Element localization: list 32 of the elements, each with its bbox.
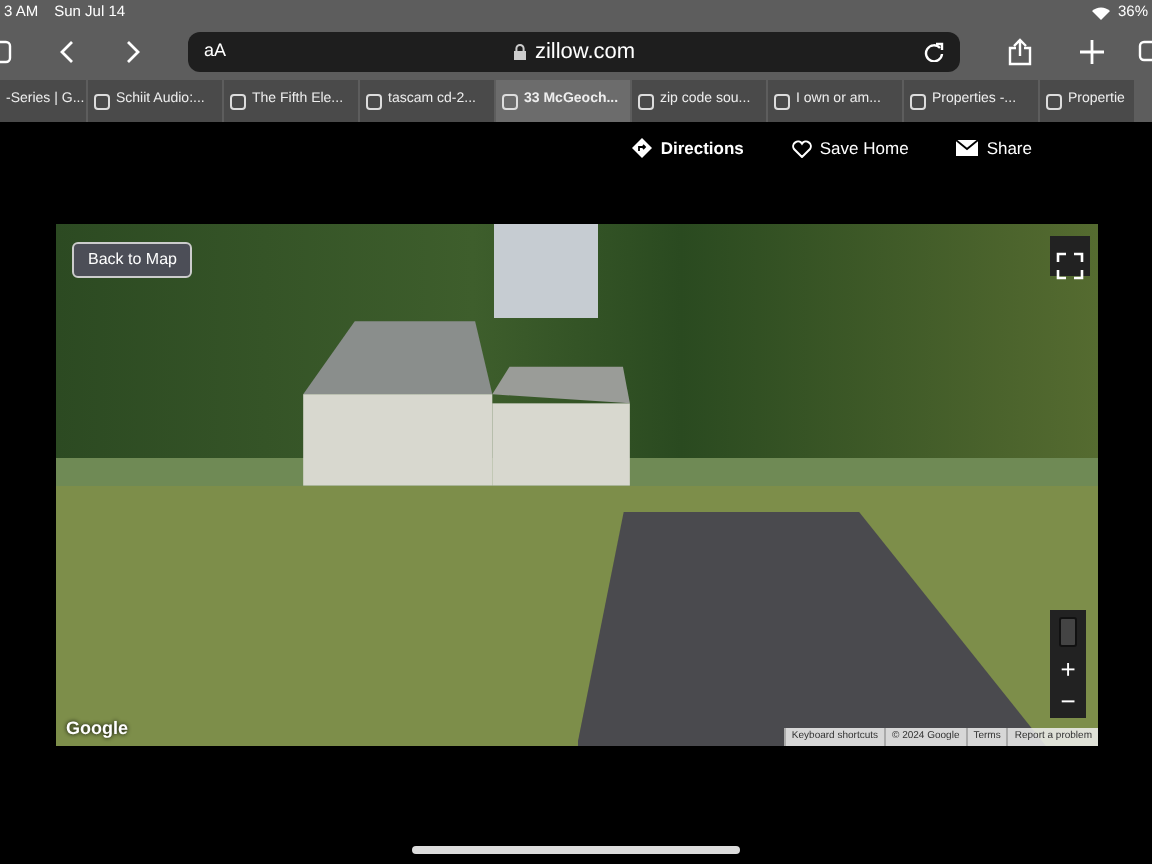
favicon-icon	[774, 93, 790, 109]
save-home-button[interactable]: Save Home	[791, 135, 909, 161]
heart-icon	[791, 139, 812, 157]
google-logo: Google	[66, 715, 128, 742]
url-text: zillow.com	[534, 37, 636, 68]
tabs-icon[interactable]	[1138, 39, 1152, 65]
favicon-icon	[910, 93, 926, 109]
favicon-icon	[638, 93, 654, 109]
wifi-icon	[1091, 5, 1110, 19]
reload-icon[interactable]	[924, 42, 944, 62]
fullscreen-button[interactable]	[1050, 236, 1090, 276]
back-icon[interactable]	[60, 40, 76, 64]
favicon-icon	[230, 93, 246, 109]
share-icon[interactable]	[1008, 38, 1032, 66]
zoom-out-button[interactable]: −	[1050, 686, 1086, 718]
street-scene-drawing[interactable]	[56, 224, 1098, 746]
back-to-map-button[interactable]: Back to Map	[72, 242, 193, 278]
directions-icon	[632, 138, 653, 158]
favicon-icon	[502, 93, 518, 109]
zoom-in-button[interactable]: +	[1050, 654, 1086, 686]
favicon-icon	[1046, 93, 1062, 109]
favicon-icon	[94, 93, 110, 109]
directions-button[interactable]: Directions	[632, 135, 744, 161]
lock-icon	[514, 44, 527, 60]
address-bar[interactable]: aA zillow.com	[188, 32, 960, 72]
forward-icon[interactable]	[124, 40, 140, 64]
text-size-button[interactable]: aA	[204, 38, 227, 66]
plus-icon[interactable]	[1080, 40, 1104, 64]
sidebar-icon[interactable]	[0, 40, 12, 64]
mail-icon	[956, 140, 979, 156]
favicon-icon	[366, 93, 382, 109]
share-button[interactable]: Share	[956, 135, 1032, 161]
